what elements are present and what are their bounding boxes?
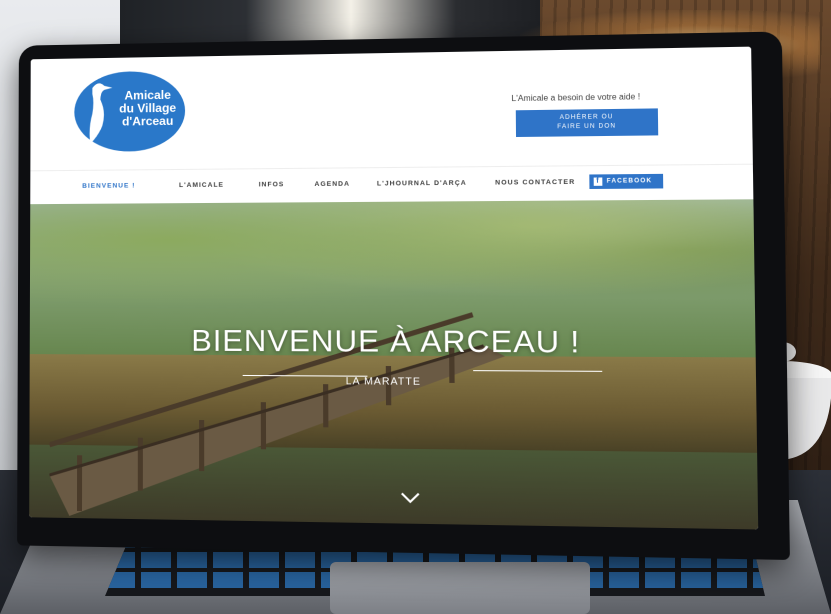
nav-item-bienvenue[interactable]: BIENVENUE ! <box>82 182 135 189</box>
nav-item-contact[interactable]: NOUS CONTACTER <box>495 179 575 187</box>
nav-item-infos[interactable]: INFOS <box>259 181 285 188</box>
touchpad <box>330 562 590 614</box>
facebook-button[interactable]: f FACEBOOK <box>589 173 664 189</box>
laptop-screen: Amicale du Village d'Arceau L'Amicale a … <box>29 46 759 530</box>
site-logo[interactable]: Amicale du Village d'Arceau <box>74 70 186 152</box>
chevron-down-icon[interactable] <box>400 490 421 505</box>
site-header: Amicale du Village d'Arceau L'Amicale a … <box>30 46 753 171</box>
help-text: L'Amicale a besoin de votre aide ! <box>511 92 641 104</box>
photo-scene: Amicale du Village d'Arceau L'Amicale a … <box>0 0 831 614</box>
heron-logo-icon <box>89 83 113 144</box>
logo-line-3: d'Arceau <box>121 113 174 129</box>
join-or-donate-button[interactable]: ADHÉRER OU FAIRE UN DON <box>515 108 659 138</box>
hero-title: BIENVENUE À ARCEAU ! <box>191 324 581 360</box>
facebook-icon: f <box>593 177 603 186</box>
nav-item-amicale[interactable]: L'AMICALE <box>179 182 224 189</box>
facebook-label: FACEBOOK <box>606 178 653 185</box>
main-nav: BIENVENUE ! L'AMICALE INFOS AGENDA L'JHO… <box>30 163 754 206</box>
hero-bridge <box>49 273 507 524</box>
join-button-line-2: FAIRE UN DON <box>557 123 617 131</box>
nav-item-agenda[interactable]: AGENDA <box>314 181 350 188</box>
nav-item-journal[interactable]: L'JHOURNAL D'ARÇA <box>377 180 467 188</box>
logo-text: Amicale du Village d'Arceau <box>112 88 183 129</box>
laptop-lid: Amicale du Village d'Arceau L'Amicale a … <box>17 31 790 560</box>
hero-banner: BIENVENUE À ARCEAU ! LA MARATTE <box>29 199 759 530</box>
